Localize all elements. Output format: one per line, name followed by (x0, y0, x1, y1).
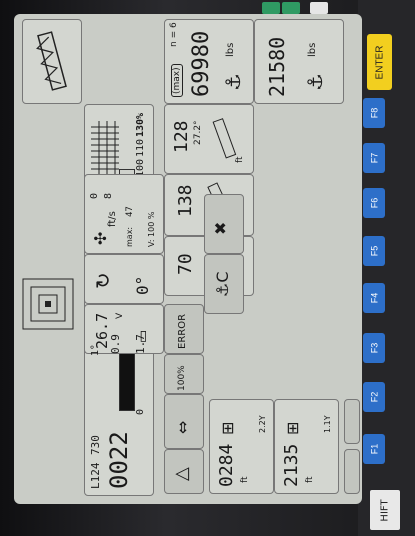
scale-110: 110 (135, 138, 146, 157)
level-value-a: 0.9 (109, 334, 122, 354)
percent-cell[interactable]: 100% (164, 354, 204, 394)
current-load-unit: lbs (307, 42, 318, 57)
nav-arrows-button[interactable]: ⇔ (164, 394, 204, 449)
current-load-value: 21580 (265, 36, 289, 97)
max-load-unit: lbs (225, 42, 236, 57)
lcd-screen: L124 730 0022 0 90 90 100 110 130% (14, 14, 362, 504)
level-value-b: 1.7 (134, 334, 147, 354)
reset-cell[interactable]: ⚓C (204, 254, 244, 314)
f4-button[interactable]: F4 (363, 283, 385, 313)
f8-button[interactable]: F8 (363, 98, 385, 128)
x-key[interactable] (310, 2, 328, 14)
bar-zero: 0 (135, 408, 146, 415)
height-value: 70 (175, 253, 196, 275)
hook-reset-icon: ⚓C (213, 271, 232, 297)
winch-icon-right: ⊞ (283, 421, 302, 435)
wind-value-1: 0 (89, 192, 100, 199)
lattice-boom-icon (36, 31, 67, 91)
label-left-mark-2: 730 (89, 435, 102, 455)
scale-hatch (91, 121, 119, 176)
enter-button[interactable]: ENTER (367, 34, 392, 90)
hook-icon: ⚓ (221, 73, 245, 91)
green-key-c[interactable] (282, 2, 300, 14)
wind-value-2: 8 (103, 192, 114, 199)
boom-length-unit: ft (235, 156, 245, 163)
winch-button-1[interactable] (344, 449, 360, 494)
slew-icon: ↻ (91, 272, 115, 289)
level-deg: 1° (90, 344, 101, 356)
right-counter-value: 2135 (281, 443, 302, 487)
f7-button[interactable]: F7 (363, 143, 385, 173)
left-counter-tag: 2.2Y (258, 415, 267, 433)
slew-value: 0° (133, 275, 152, 295)
boom-length-icon (212, 118, 237, 159)
big-value: 0022 (105, 431, 133, 489)
boom-type-cell[interactable] (22, 19, 82, 104)
label-left-mark-1: L124 (89, 462, 102, 490)
left-right-icon: ⇔ (173, 420, 192, 434)
wind-max-value: 47 (125, 206, 135, 217)
mute-cell[interactable]: ✖ (204, 194, 244, 254)
hook-icon-2: ⚓ (303, 73, 327, 91)
boom-angle-value: 27.2° (193, 120, 203, 145)
f1-button[interactable]: F1 (363, 434, 385, 464)
boom-length-cell: 128 27.2° ft (164, 104, 254, 174)
f3-button[interactable]: F3 (363, 333, 385, 363)
max-load-cell: n = 6 (max) 69980 lbs ⚓ (164, 19, 254, 104)
slew-cell: ↻ 0° (84, 254, 164, 304)
max-load-value: 69980 (189, 30, 214, 97)
error-label: ERROR (177, 313, 188, 349)
left-counter-value: 0284 (216, 443, 237, 487)
target-icon (22, 278, 74, 330)
winch-icon-left: ⊞ (218, 421, 237, 435)
left-counter-unit: ft (240, 476, 250, 483)
warning-button[interactable]: △ (164, 449, 204, 494)
error-cell[interactable]: ERROR (164, 304, 204, 354)
left-counter-cell: 0284 ft 2.2Y ⊞ (209, 399, 274, 494)
voltage-unit: V (115, 312, 125, 319)
right-counter-unit: ft (305, 476, 315, 483)
right-counter-tag: 1.1Y (323, 415, 332, 433)
wind-panel: 0 8 ft/s max: 47 V: 100 % ✣ (84, 174, 164, 254)
level-cell (14, 254, 84, 354)
warning-triangle-icon: △ (171, 467, 192, 481)
green-key[interactable] (262, 2, 280, 14)
winch-button-2[interactable] (344, 399, 360, 444)
wind-max-label: max: (125, 226, 134, 247)
wind-unit: ft/s (107, 211, 118, 227)
f6-button[interactable]: F6 (363, 188, 385, 218)
boom-length-value: 128 (171, 120, 192, 153)
shift-button[interactable]: HIFT (370, 490, 400, 530)
anemometer-icon: ✣ (91, 231, 110, 245)
scale-130: 130% (135, 112, 146, 137)
current-load-cell: 21580 lbs ⚓ (254, 19, 344, 104)
right-counter-cell: 2135 ft 1.1Y ⊞ (274, 399, 339, 494)
f5-button[interactable]: F5 (363, 236, 385, 266)
wind-v-label: V: 100 % (147, 211, 156, 247)
percent-label: 100% (177, 365, 187, 391)
mute-icon: ✖ (211, 221, 230, 235)
f2-button[interactable]: F2 (363, 382, 385, 412)
radius-value: 138 (175, 184, 196, 217)
counter-label: n = 6 (169, 22, 179, 47)
max-label: (max) (171, 64, 183, 97)
